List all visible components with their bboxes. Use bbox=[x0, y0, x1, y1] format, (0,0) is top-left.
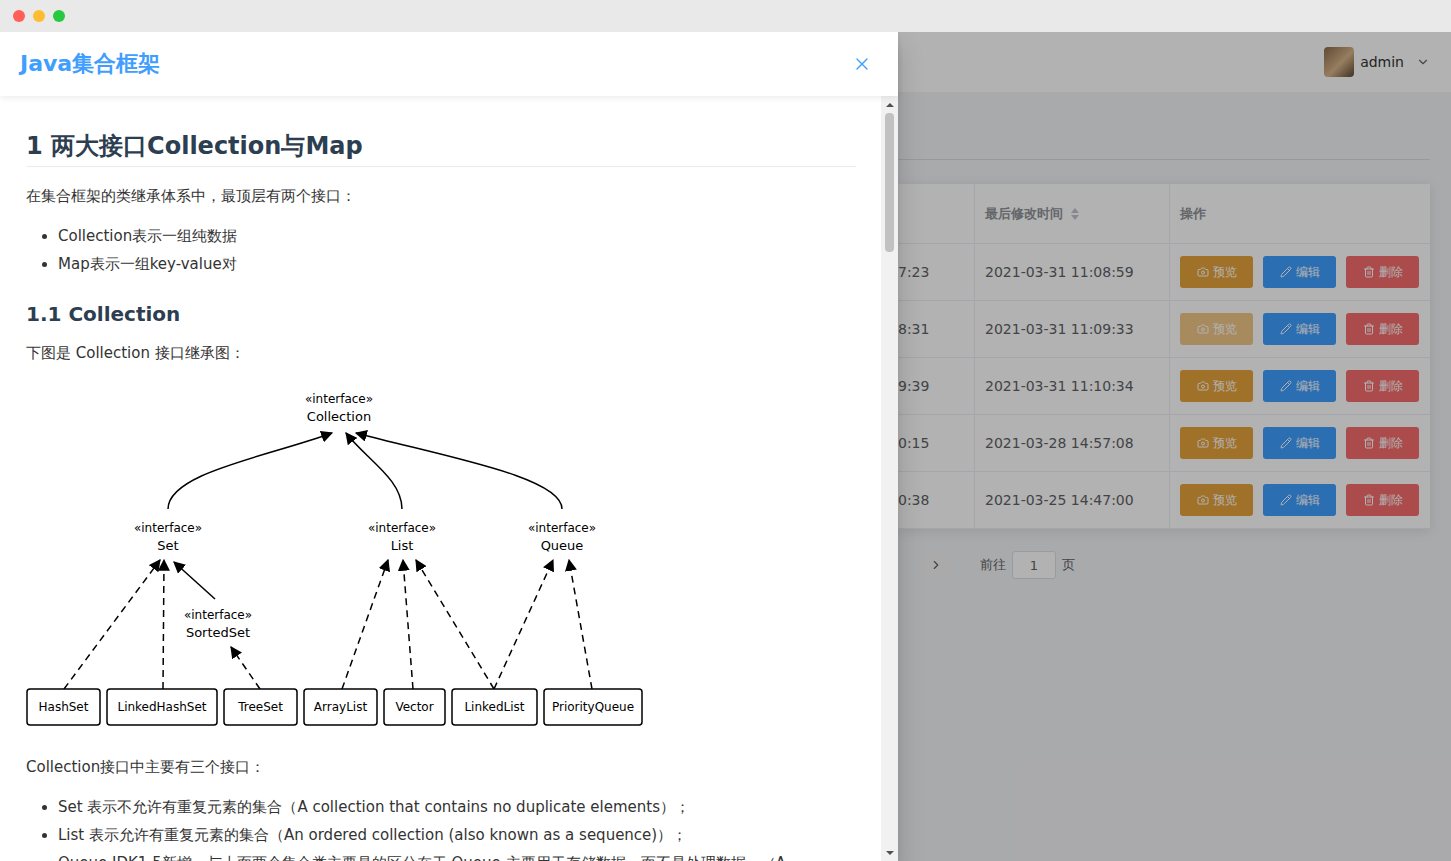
extends-arrow bbox=[174, 562, 215, 599]
class-node: PriorityQueue bbox=[544, 689, 642, 725]
class-node: LinkedHashSet bbox=[107, 689, 217, 725]
class-node: LinkedList bbox=[452, 689, 537, 725]
close-icon bbox=[852, 54, 872, 74]
drawer-title: Java集合框架 bbox=[20, 49, 160, 79]
article-figure: «interface»Collection«interface»Set«inte… bbox=[26, 381, 647, 749]
article-paragraph: 在集合框架的类继承体系中，最顶层有两个接口： bbox=[26, 183, 856, 209]
interface-node: «interface» Set bbox=[134, 521, 202, 553]
svg-text:ArrayList: ArrayList bbox=[314, 700, 368, 714]
scroll-down-icon[interactable] bbox=[886, 844, 894, 861]
extends-arrow bbox=[356, 433, 562, 509]
interface-node: «interface» SortedSet bbox=[184, 608, 252, 640]
collection-diagram: «interface»Collection«interface»Set«inte… bbox=[26, 381, 647, 749]
article: 1 两大接口Collection与Map 在集合框架的类继承体系中，最顶层有两个接… bbox=[0, 96, 881, 861]
svg-text:Queue: Queue bbox=[541, 538, 584, 553]
class-node: Vector bbox=[384, 689, 445, 725]
scroll-track[interactable] bbox=[881, 113, 898, 844]
svg-text:Set: Set bbox=[157, 538, 178, 553]
article-list: Set 表示不允许有重复元素的集合（A collection that cont… bbox=[26, 793, 856, 861]
svg-text:«interface»: «interface» bbox=[305, 392, 373, 406]
implements-arrow bbox=[494, 560, 553, 689]
drawer-header: Java集合框架 bbox=[0, 32, 898, 96]
interface-node: «interface» Queue bbox=[528, 521, 596, 553]
svg-text:«interface»: «interface» bbox=[184, 608, 252, 622]
preview-drawer: Java集合框架 1 两大接口Collection与Map 在集合框架的类继承体系中… bbox=[0, 32, 898, 861]
article-list: Collection表示一组纯数据Map表示一组key-value对 bbox=[26, 222, 856, 278]
close-button[interactable] bbox=[852, 54, 872, 74]
interface-node: «interface» Collection bbox=[305, 392, 373, 424]
svg-text:PriorityQueue: PriorityQueue bbox=[552, 700, 634, 714]
svg-text:«interface»: «interface» bbox=[134, 521, 202, 535]
svg-text:SortedSet: SortedSet bbox=[186, 625, 250, 640]
svg-text:HashSet: HashSet bbox=[39, 700, 89, 714]
article-subheading: 1.1 Collection bbox=[26, 300, 856, 328]
svg-text:«interface»: «interface» bbox=[528, 521, 596, 535]
list-item: Queue JDK1.5新增，与上面两个集合类主要是的区分在于 Queue 主要… bbox=[58, 849, 856, 861]
implements-arrow bbox=[64, 560, 160, 689]
svg-text:TreeSet: TreeSet bbox=[237, 700, 283, 714]
extends-arrow bbox=[346, 433, 402, 509]
scroll-thumb[interactable] bbox=[885, 113, 894, 252]
title-bar bbox=[0, 0, 1451, 32]
close-window-button[interactable] bbox=[13, 10, 25, 22]
minimize-window-button[interactable] bbox=[33, 10, 45, 22]
article-paragraph: 下图是 Collection 接口继承图： bbox=[26, 340, 856, 366]
svg-text:«interface»: «interface» bbox=[368, 521, 436, 535]
zoom-window-button[interactable] bbox=[53, 10, 65, 22]
class-node: TreeSet bbox=[224, 689, 297, 725]
article-paragraph: Collection接口中主要有三个接口： bbox=[26, 754, 856, 780]
drawer-body: 1 两大接口Collection与Map 在集合框架的类继承体系中，最顶层有两个接… bbox=[0, 96, 898, 861]
scroll-up-icon[interactable] bbox=[886, 96, 894, 113]
implements-arrow bbox=[231, 647, 260, 689]
list-item: Set 表示不允许有重复元素的集合（A collection that cont… bbox=[58, 793, 856, 821]
svg-text:List: List bbox=[391, 538, 414, 553]
implements-arrow bbox=[163, 560, 164, 689]
class-node: ArrayList bbox=[304, 689, 377, 725]
svg-text:Vector: Vector bbox=[395, 700, 433, 714]
implements-arrow bbox=[342, 560, 388, 689]
svg-text:LinkedList: LinkedList bbox=[464, 700, 524, 714]
implements-arrow bbox=[416, 560, 494, 689]
list-item: List 表示允许有重复元素的集合（An ordered collection … bbox=[58, 821, 856, 849]
list-item: Collection表示一组纯数据 bbox=[58, 222, 856, 250]
svg-text:Collection: Collection bbox=[307, 409, 371, 424]
page: admin最后修改时间操作7:232021-03-31 11:08:59预览编辑… bbox=[0, 32, 1451, 861]
interface-node: «interface» List bbox=[368, 521, 436, 553]
extends-arrow bbox=[168, 433, 332, 509]
article-heading: 1 两大接口Collection与Map bbox=[26, 131, 856, 167]
class-node: HashSet bbox=[27, 689, 100, 725]
implements-arrow bbox=[569, 560, 592, 689]
scrollbar[interactable] bbox=[881, 96, 898, 861]
browser-window: admin最后修改时间操作7:232021-03-31 11:08:59预览编辑… bbox=[0, 0, 1451, 861]
svg-text:LinkedHashSet: LinkedHashSet bbox=[117, 700, 206, 714]
list-item: Map表示一组key-value对 bbox=[58, 250, 856, 278]
implements-arrow bbox=[403, 560, 413, 689]
